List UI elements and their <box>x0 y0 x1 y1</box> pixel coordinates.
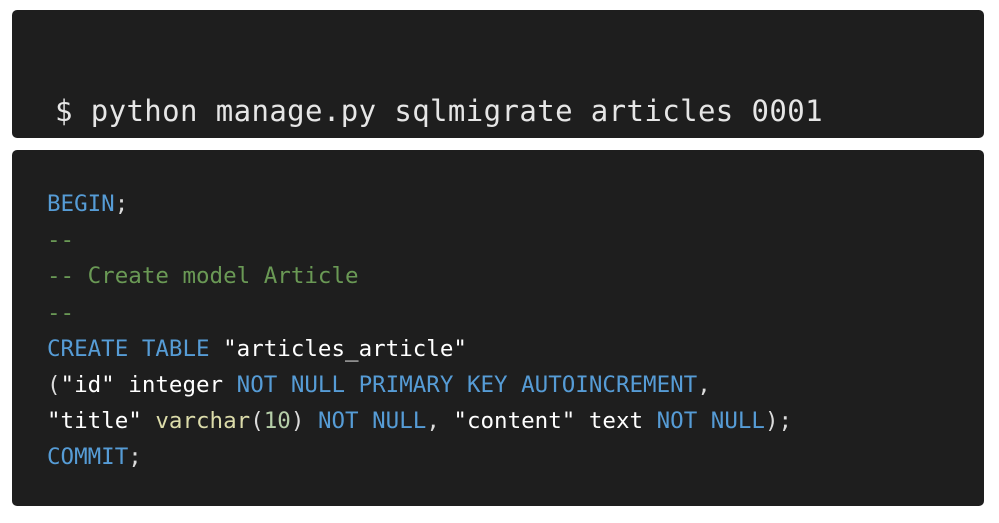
sql-output-code-block: BEGIN; -- -- Create model Article -- CREATE … <box>12 150 984 506</box>
sql-token: NOT NULL PRIMARY KEY AUTOINCREMENT <box>236 371 698 398</box>
sql-token: "id" <box>60 371 115 398</box>
sql-token: ) <box>290 408 318 435</box>
sql-token: integer <box>114 371 237 398</box>
sql-line: "title" varchar(10) NOT NULL, "content" … <box>47 403 984 439</box>
sql-token: , <box>426 408 454 435</box>
sql-token: varchar <box>155 408 251 435</box>
sql-line: COMMIT; <box>47 439 984 475</box>
sql-token: , <box>697 371 711 398</box>
sql-line: -- <box>47 222 984 258</box>
sql-token: CREATE TABLE <box>47 335 224 362</box>
sql-line: BEGIN; <box>47 186 984 222</box>
sql-token: ( <box>47 371 61 398</box>
sql-token: -- Create model Article <box>47 263 359 290</box>
sql-token: ; <box>128 444 142 471</box>
sql-line: -- Create model Article <box>47 258 984 294</box>
sql-token: ; <box>114 191 129 217</box>
sql-line: CREATE TABLE "articles_article" <box>47 331 984 367</box>
sql-token: ( <box>250 408 264 435</box>
sql-token: BEGIN <box>47 191 115 217</box>
sql-token: 10 <box>263 408 291 435</box>
sql-token: NOT NULL <box>317 408 427 435</box>
sql-token: "title" <box>47 408 142 435</box>
command-line: $ python manage.py sqlmigrate articles 0… <box>55 94 823 128</box>
page: $ python manage.py sqlmigrate articles 0… <box>0 0 999 523</box>
sql-token: ); <box>764 408 793 435</box>
sql-token: NOT NULL <box>656 408 765 435</box>
sql-line: ("id" integer NOT NULL PRIMARY KEY AUTOI… <box>47 367 984 403</box>
sql-token: text <box>575 408 657 435</box>
sql-token: "content" <box>453 408 576 435</box>
command-code-block: $ python manage.py sqlmigrate articles 0… <box>12 10 984 138</box>
sql-token: "articles_article" <box>223 335 467 362</box>
sql-token: COMMIT <box>47 444 129 471</box>
sql-line: -- <box>47 295 984 331</box>
sql-token: -- <box>47 227 75 254</box>
sql-token: -- <box>47 299 75 326</box>
